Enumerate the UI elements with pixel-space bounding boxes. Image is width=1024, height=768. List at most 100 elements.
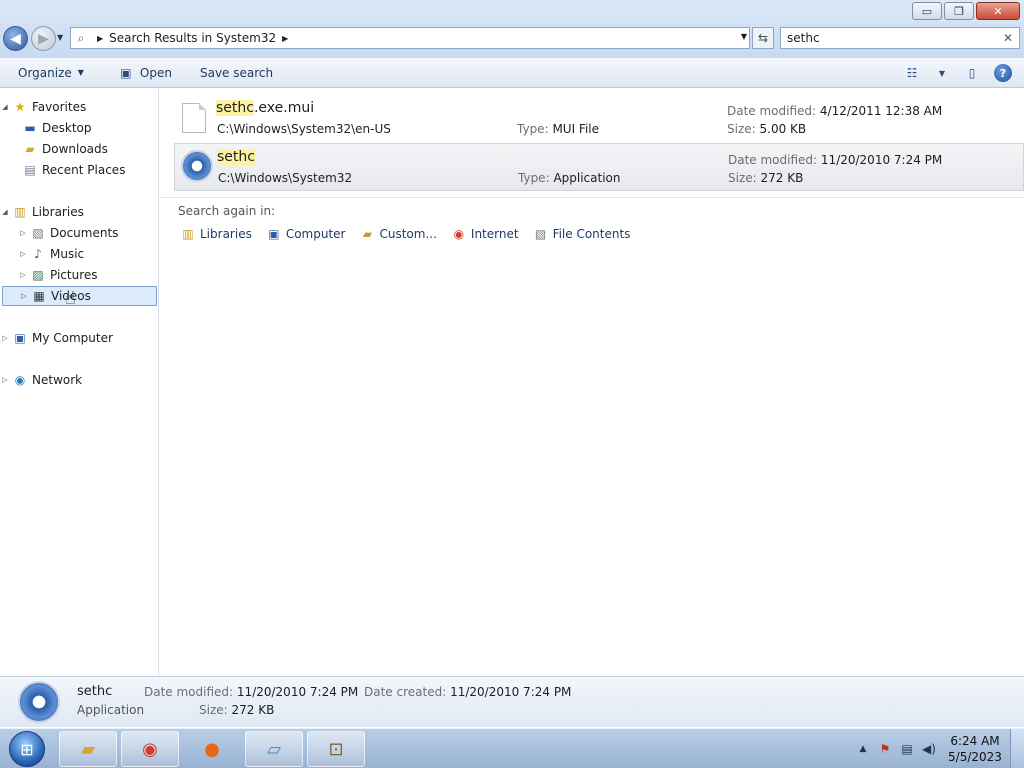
date-value: 4/12/2011 12:38 AM bbox=[819, 104, 943, 118]
file-icon bbox=[180, 101, 212, 137]
result-item-selected[interactable]: ✦ sethc C:\Windows\System32 Type: Applic… bbox=[174, 143, 1024, 191]
maximize-button[interactable]: ❐ bbox=[944, 2, 974, 20]
type-value: Application bbox=[553, 171, 621, 185]
address-dropdown-icon[interactable]: ▼ bbox=[741, 32, 747, 41]
show-desktop-button[interactable] bbox=[1010, 729, 1024, 768]
date-label: Date modified: bbox=[728, 153, 818, 167]
sidebar-item-label: Documents bbox=[50, 226, 119, 240]
sidebar-item-libraries[interactable]: ◢ ▥ Libraries bbox=[0, 202, 157, 222]
preview-pane-icon[interactable]: ▯ bbox=[964, 65, 980, 81]
change-view-icon[interactable]: ☷ bbox=[904, 65, 920, 81]
field-label: Size: bbox=[199, 703, 228, 717]
option-label: Libraries bbox=[200, 227, 252, 241]
option-label: Custom... bbox=[379, 227, 437, 241]
taskbar-security-app[interactable]: ⊡ bbox=[307, 731, 365, 767]
taskbar-notepad[interactable]: ▱ bbox=[245, 731, 303, 767]
help-icon[interactable]: ? bbox=[994, 64, 1012, 82]
network-status-icon[interactable]: ▤ bbox=[898, 742, 916, 756]
sidebar-item-downloads[interactable]: ▰ Downloads bbox=[0, 139, 157, 159]
open-button[interactable]: ▣ Open bbox=[118, 65, 172, 81]
sidebar-item-music[interactable]: ▷ ♪ Music bbox=[0, 244, 157, 264]
chrome-icon: ◉ bbox=[142, 738, 158, 760]
search-input[interactable]: sethc ✕ bbox=[780, 27, 1020, 49]
taskbar-explorer[interactable]: ▰ bbox=[59, 731, 117, 767]
forward-arrow-icon: ▶ bbox=[38, 30, 49, 47]
size-value: 5.00 KB bbox=[759, 122, 807, 136]
recent-pages-dropdown-icon[interactable]: ▼ bbox=[57, 33, 63, 42]
notepad-icon: ▱ bbox=[267, 738, 281, 760]
volume-icon[interactable]: ◀) bbox=[920, 742, 938, 756]
size-value: 272 KB bbox=[760, 171, 804, 185]
show-hidden-icons-icon[interactable]: ▲ bbox=[854, 744, 872, 754]
videos-icon: ▦ bbox=[33, 289, 45, 303]
sidebar-item-recent-places[interactable]: ▤ Recent Places bbox=[0, 160, 157, 180]
result-name: sethc.exe.mui bbox=[216, 100, 314, 116]
search-again-internet[interactable]: ◉ Internet bbox=[451, 226, 519, 242]
title-bar: ▭ ❐ ✕ ◀ ▶ ▼ ⌕ ▶ Search Results in System… bbox=[0, 0, 1024, 58]
search-match-highlight: sethc bbox=[217, 149, 255, 165]
address-bar[interactable]: ⌕ ▶ Search Results in System32 ▶ ▼ bbox=[70, 27, 750, 49]
sidebar-item-label: Network bbox=[32, 373, 83, 387]
expand-arrow-icon[interactable]: ▷ bbox=[18, 229, 28, 237]
option-label: Internet bbox=[470, 227, 519, 241]
expand-arrow-icon[interactable]: ▷ bbox=[0, 376, 10, 384]
search-results-pane: sethc.exe.mui C:\Windows\System32\en-US … bbox=[160, 89, 1024, 675]
result-date-modified: Date modified: 4/12/2011 12:38 AM bbox=[727, 104, 942, 118]
sidebar-item-label: Libraries bbox=[32, 205, 84, 219]
option-label: File Contents bbox=[552, 227, 631, 241]
back-button[interactable]: ◀ bbox=[3, 26, 28, 51]
desktop-icon: ▬ bbox=[24, 121, 36, 135]
taskbar-chrome[interactable]: ◉ bbox=[121, 731, 179, 767]
breadcrumb-separator-icon[interactable]: ▶ bbox=[282, 34, 288, 43]
search-again-libraries[interactable]: ▥ Libraries bbox=[180, 226, 252, 242]
close-button[interactable]: ✕ bbox=[976, 2, 1020, 20]
breadcrumb-separator-icon[interactable]: ▶ bbox=[97, 34, 103, 43]
file-contents-icon: ▧ bbox=[534, 227, 547, 241]
collapse-arrow-icon[interactable]: ◢ bbox=[0, 208, 10, 216]
organize-button[interactable]: Organize ▼ bbox=[18, 66, 84, 80]
sidebar-item-network[interactable]: ▷ ◉ Network bbox=[0, 370, 157, 390]
start-button[interactable]: ⊞ bbox=[2, 730, 52, 768]
sidebar-item-desktop[interactable]: ▬ Desktop bbox=[0, 118, 157, 138]
sidebar-item-documents[interactable]: ▷ ▧ Documents bbox=[0, 223, 157, 243]
save-search-button[interactable]: Save search bbox=[200, 66, 273, 80]
sidebar-item-label: Favorites bbox=[32, 100, 87, 114]
expand-arrow-icon[interactable]: ▷ bbox=[0, 334, 10, 342]
expand-arrow-icon[interactable]: ▷ bbox=[18, 271, 28, 279]
expand-arrow-icon[interactable]: ▷ bbox=[18, 250, 28, 258]
taskbar-firefox[interactable]: ● bbox=[183, 731, 241, 767]
clock[interactable]: 6:24 AM 5/5/2023 bbox=[940, 733, 1010, 765]
pictures-icon: ▨ bbox=[32, 268, 44, 282]
action-center-icon[interactable]: ⚑ bbox=[876, 742, 894, 756]
search-again-file-contents[interactable]: ▧ File Contents bbox=[533, 226, 631, 242]
refresh-button[interactable]: ⇆ bbox=[752, 27, 774, 49]
details-pane: ✦ sethc Application Date modified: 11/20… bbox=[0, 676, 1024, 727]
open-label: Open bbox=[139, 65, 172, 80]
network-icon: ◉ bbox=[14, 373, 26, 387]
result-path: C:\Windows\System32 bbox=[218, 171, 353, 185]
sidebar-item-label: Desktop bbox=[42, 121, 92, 135]
sidebar-item-my-computer[interactable]: ▷ ▣ My Computer bbox=[0, 328, 157, 348]
breadcrumb-search-results[interactable]: Search Results in System32 bbox=[109, 31, 276, 45]
result-item[interactable]: sethc.exe.mui C:\Windows\System32\en-US … bbox=[174, 95, 1024, 143]
field-label: Date created: bbox=[364, 685, 447, 699]
view-options-dropdown-icon[interactable]: ▼ bbox=[934, 65, 950, 81]
sidebar-item-pictures[interactable]: ▷ ▨ Pictures bbox=[0, 265, 157, 285]
libraries-icon: ▥ bbox=[182, 227, 194, 241]
save-search-label: Save search bbox=[199, 65, 274, 80]
expand-arrow-icon[interactable]: ▷ bbox=[19, 292, 29, 300]
chevron-down-icon: ▼ bbox=[77, 68, 84, 77]
forward-button[interactable]: ▶ bbox=[31, 26, 56, 51]
search-again-computer[interactable]: ▣ Computer bbox=[266, 226, 345, 242]
navigation-pane: ◢ ★ Favorites ▬ Desktop ▰ Downloads ▤ Re… bbox=[0, 89, 159, 675]
minimize-button[interactable]: ▭ bbox=[912, 2, 942, 20]
clear-search-icon[interactable]: ✕ bbox=[1003, 31, 1013, 45]
result-type: Type: MUI File bbox=[517, 122, 599, 136]
sidebar-item-videos[interactable]: ▷ ▦ Videos bbox=[2, 286, 157, 306]
chrome-icon: ◉ bbox=[453, 227, 465, 241]
lock-icon: ⊡ bbox=[328, 738, 344, 760]
sidebar-item-favorites[interactable]: ◢ ★ Favorites bbox=[0, 97, 157, 117]
collapse-arrow-icon[interactable]: ◢ bbox=[0, 103, 10, 111]
search-again-custom[interactable]: ▰ Custom... bbox=[359, 226, 437, 242]
music-icon: ♪ bbox=[34, 247, 42, 261]
